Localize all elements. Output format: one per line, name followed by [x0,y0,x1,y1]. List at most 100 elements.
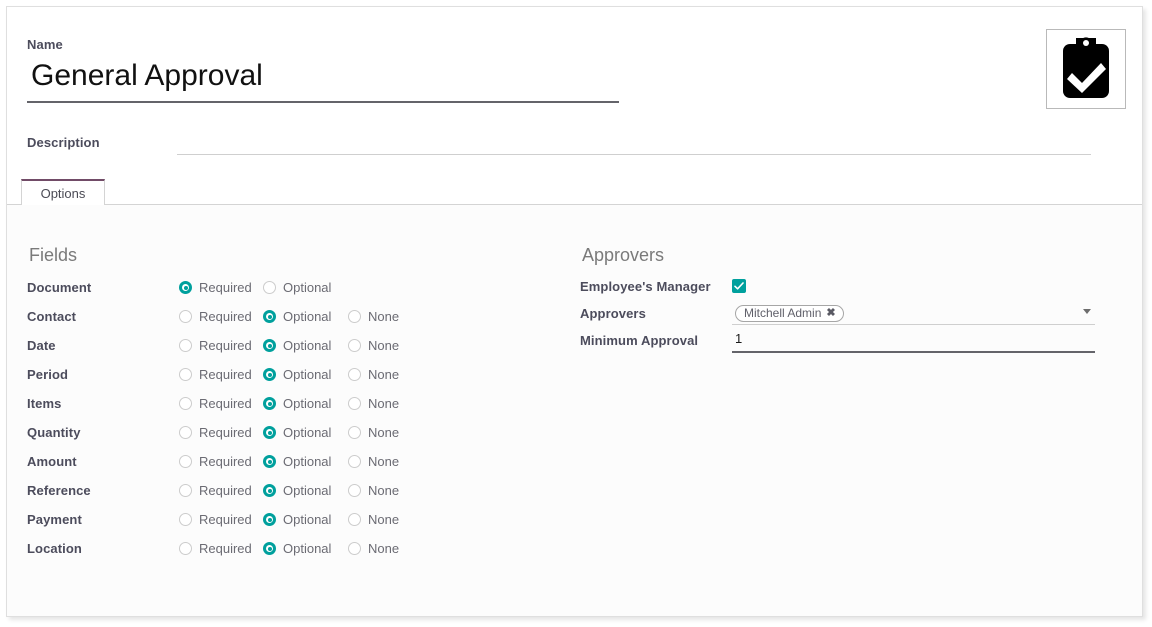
radio-option-optional[interactable]: Optional [263,365,331,385]
fields-group: Fields Document Required Optional Contact Re… [27,243,547,563]
radio-option-required[interactable]: Required [179,365,252,385]
radio-button-icon[interactable] [263,513,276,526]
radio-option-required[interactable]: Required [179,336,252,356]
radio-button-icon[interactable] [263,426,276,439]
radio-button-icon[interactable] [179,513,192,526]
radio-option-optional[interactable]: Optional [263,307,331,327]
description-input[interactable] [177,133,1091,155]
field-row-label: Items [27,396,62,411]
radio-button-icon[interactable] [179,397,192,410]
approver-tag-label: Mitchell Admin [744,306,822,320]
radio-button-icon[interactable] [263,484,276,497]
radio-option-none[interactable]: None [348,307,399,327]
radio-option-none[interactable]: None [348,336,399,356]
field-row-options: Required Optional None [179,539,547,559]
radio-option-none[interactable]: None [348,510,399,530]
field-row-options: Required Optional None [179,365,547,385]
radio-button-icon[interactable] [348,339,361,352]
radio-button-icon[interactable] [348,513,361,526]
radio-option-required[interactable]: Required [179,539,252,559]
name-input[interactable] [27,57,619,103]
radio-option-none[interactable]: None [348,423,399,443]
name-field-group: Name [27,37,619,103]
field-row-options: Required Optional None [179,336,547,356]
field-row-options: Required Optional None [179,481,547,501]
remove-tag-icon[interactable]: ✖ [826,307,835,319]
radio-option-required[interactable]: Required [179,307,252,327]
radio-button-icon[interactable] [348,397,361,410]
radio-button-icon[interactable] [179,542,192,555]
radio-button-icon[interactable] [263,397,276,410]
field-row-label: Reference [27,483,91,498]
radio-option-required[interactable]: Required [179,510,252,530]
radio-button-icon[interactable] [179,368,192,381]
radio-option-label: Optional [283,425,332,440]
radio-button-icon[interactable] [348,426,361,439]
record-image-box[interactable] [1046,29,1126,109]
radio-option-optional[interactable]: Optional [263,452,331,472]
radio-button-icon[interactable] [263,339,276,352]
radio-button-icon[interactable] [263,542,276,555]
field-row-label: Date [27,338,56,353]
employee-manager-checkbox[interactable] [732,278,746,293]
radio-button-icon[interactable] [348,368,361,381]
radio-option-required[interactable]: Required [179,394,252,414]
radio-option-required[interactable]: Required [179,423,252,443]
radio-button-icon[interactable] [348,542,361,555]
field-row-label: Payment [27,512,82,527]
radio-option-required[interactable]: Required [179,481,252,501]
field-row-label: Contact [27,309,77,324]
radio-option-label: Required [199,280,252,295]
radio-button-icon[interactable] [179,426,192,439]
radio-option-required[interactable]: Required [179,278,252,298]
field-row: Quantity Required Optional None [27,418,547,447]
radio-option-label: Optional [283,454,332,469]
radio-option-none[interactable]: None [348,394,399,414]
approvers-tags-field[interactable]: Mitchell Admin ✖ [732,303,1095,325]
approver-tag[interactable]: Mitchell Admin ✖ [735,304,844,322]
minimum-approval-input[interactable] [732,328,1095,353]
radio-button-icon[interactable] [179,455,192,468]
radio-option-label: Optional [283,309,332,324]
description-label: Description [27,135,100,150]
radio-option-optional[interactable]: Optional [263,481,331,501]
radio-button-icon[interactable] [348,455,361,468]
radio-button-icon[interactable] [348,310,361,323]
radio-option-required[interactable]: Required [179,452,252,472]
radio-button-icon[interactable] [179,281,192,294]
radio-option-label: Required [199,425,252,440]
chevron-down-icon[interactable] [1083,308,1091,314]
radio-button-icon[interactable] [263,281,276,294]
radio-option-none[interactable]: None [348,365,399,385]
radio-option-optional[interactable]: Optional [263,510,331,530]
radio-option-label: None [368,483,400,498]
field-row: Payment Required Optional None [27,505,547,534]
field-row-label: Quantity [27,425,81,440]
radio-button-icon[interactable] [263,368,276,381]
field-row: Document Required Optional [27,273,547,302]
tab-options[interactable]: Options [21,179,105,206]
radio-button-icon[interactable] [179,484,192,497]
radio-button-icon[interactable] [179,310,192,323]
radio-option-label: Required [199,512,252,527]
radio-option-none[interactable]: None [348,452,399,472]
radio-option-optional[interactable]: Optional [263,278,331,298]
radio-option-label: Required [199,309,252,324]
radio-option-optional[interactable]: Optional [263,394,331,414]
radio-option-optional[interactable]: Optional [263,336,331,356]
radio-button-icon[interactable] [263,455,276,468]
employee-manager-control [732,278,1095,296]
radio-option-optional[interactable]: Optional [263,539,331,559]
fields-row-list: Document Required Optional Contact Required O… [27,273,547,563]
radio-option-optional[interactable]: Optional [263,423,331,443]
radio-button-icon[interactable] [348,484,361,497]
field-row: Items Required Optional None [27,389,547,418]
field-row: Period Required Optional None [27,360,547,389]
radio-option-none[interactable]: None [348,481,399,501]
radio-button-icon[interactable] [263,310,276,323]
form-sheet: Name Description [7,7,1142,204]
notebook-tab-bar: Options [7,179,1142,206]
radio-option-none[interactable]: None [348,539,399,559]
radio-button-icon[interactable] [179,339,192,352]
field-row-label: Document [27,280,92,295]
